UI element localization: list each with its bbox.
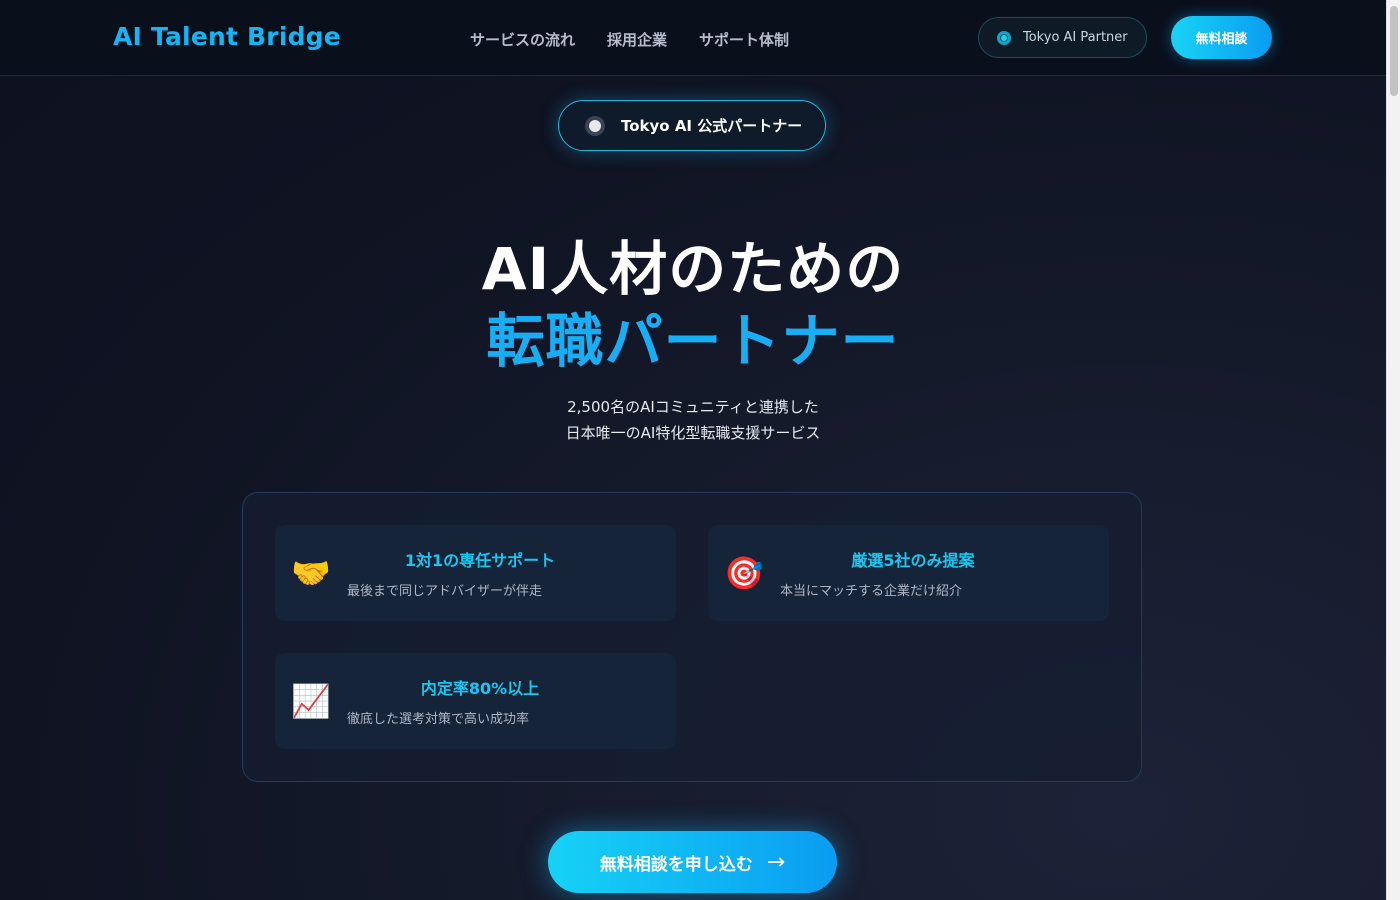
feature-card-offer-rate: 📈 内定率80%以上 徹底した選考対策で高い成功率 — [275, 653, 676, 749]
hero-title-line2: 転職パートナー — [486, 307, 900, 375]
status-dot-icon — [997, 30, 1011, 45]
feature-card-dedicated-support: 🤝 1対1の専任サポート 最後まで同じアドバイザーが伴走 — [275, 525, 676, 621]
feature-card-selected-companies: 🎯 厳選5社のみ提案 本当にマッチする企業だけ紹介 — [708, 525, 1109, 621]
header-consult-button[interactable]: 無料相談 — [1171, 16, 1272, 59]
nav-link-service-flow[interactable]: サービスの流れ — [470, 29, 575, 50]
official-partner-label: Tokyo AI 公式パートナー — [621, 117, 803, 135]
arrow-right-icon: → — [766, 849, 786, 875]
chart-up-icon: 📈 — [291, 682, 331, 720]
nav-link-support[interactable]: サポート体制 — [699, 29, 789, 50]
feature-description: 最後まで同じアドバイザーが伴走 — [347, 584, 543, 599]
site-header: AI Talent Bridge サービスの流れ 採用企業 サポート体制 Tok… — [0, 0, 1386, 76]
feature-title: 厳選5社のみ提案 — [851, 551, 975, 570]
partner-badge-label: Tokyo AI Partner — [1023, 30, 1128, 45]
hero-subtitle-line1: 2,500名のAIコミュニティと連携した — [567, 398, 819, 416]
feature-title: 内定率80%以上 — [420, 679, 540, 698]
page-scrollbar[interactable] — [1386, 0, 1400, 900]
feature-description: 本当にマッチする企業だけ紹介 — [780, 584, 963, 599]
official-partner-badge: Tokyo AI 公式パートナー — [558, 100, 826, 151]
handshake-icon: 🤝 — [291, 554, 331, 592]
apply-consultation-button[interactable]: 無料相談を申し込む → — [548, 831, 837, 893]
scrollbar-thumb[interactable] — [1390, 6, 1398, 96]
hero-subtitle-line2: 日本唯一のAI特化型転職支援サービス — [565, 424, 821, 442]
main-nav: サービスの流れ 採用企業 サポート体制 — [470, 29, 789, 50]
cta-label: 無料相談を申し込む — [599, 854, 753, 875]
partner-badge: Tokyo AI Partner — [978, 17, 1147, 58]
radio-dot-icon — [585, 115, 605, 136]
target-icon: 🎯 — [724, 554, 764, 592]
nav-link-companies[interactable]: 採用企業 — [607, 29, 667, 50]
feature-description: 徹底した選考対策で高い成功率 — [347, 712, 530, 727]
feature-title: 1対1の専任サポート — [404, 551, 556, 570]
site-logo[interactable]: AI Talent Bridge — [113, 22, 341, 51]
